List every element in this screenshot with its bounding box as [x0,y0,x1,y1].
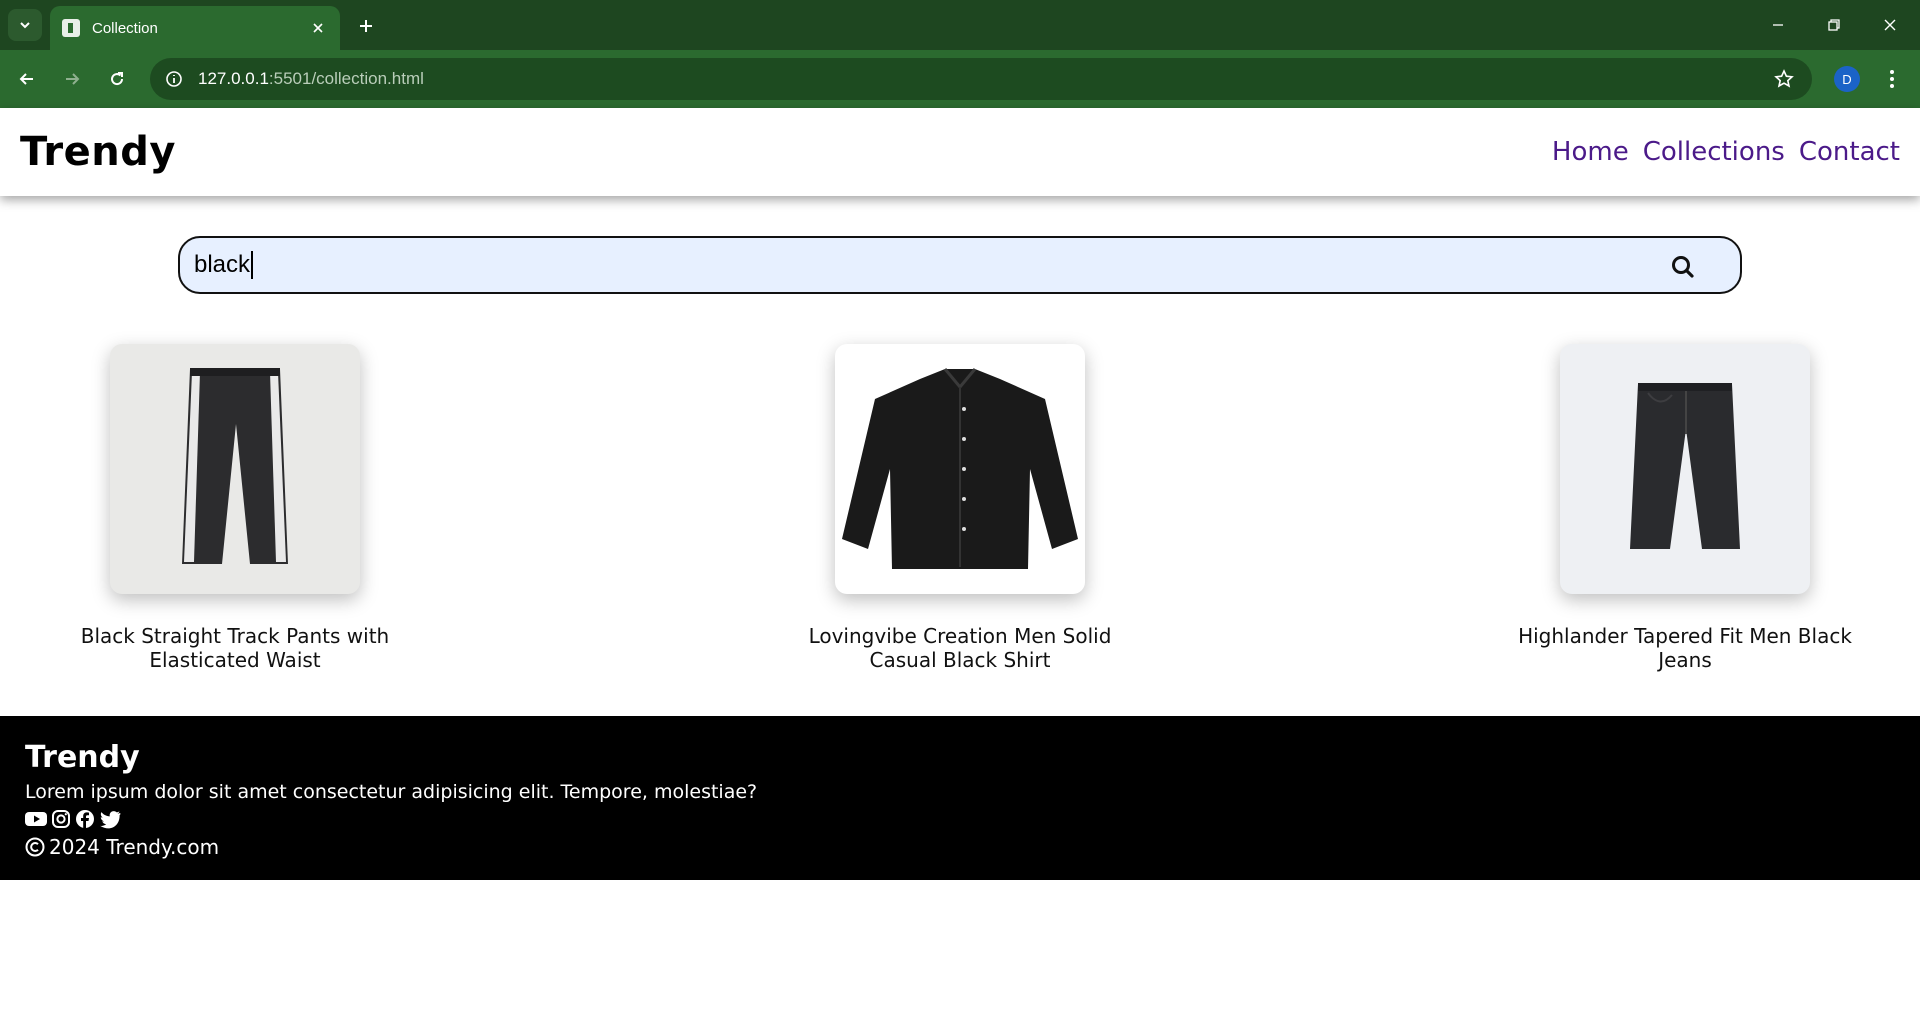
tab-list-button[interactable] [8,9,42,41]
product-card[interactable]: Black Straight Track Pants with Elastica… [60,344,410,672]
site-logo[interactable]: Trendy [20,129,176,175]
main-nav: Home Collections Contact [1552,137,1900,167]
bookmark-star-icon[interactable] [1774,69,1794,89]
back-button[interactable] [11,63,43,95]
copyright-text: 2024 Trendy.com [49,835,220,859]
twitter-icon[interactable] [99,809,121,833]
product-card[interactable]: Lovingvibe Creation Men Solid Casual Bla… [785,344,1135,672]
minimize-icon [1773,24,1783,26]
new-tab-button[interactable] [352,12,380,40]
black-shirt-image[interactable] [835,344,1085,594]
close-tab-icon[interactable] [308,18,328,38]
browser-tab-bar: Collection [0,0,1920,50]
youtube-icon[interactable] [25,809,47,833]
chevron-down-icon [20,22,30,29]
browser-menu-icon[interactable] [1882,66,1902,92]
arrow-left-icon [19,73,33,85]
arrow-right-icon [66,73,80,85]
close-icon [1884,19,1896,31]
browser-toolbar: 127.0.0.1:5501/collection.html D [0,50,1920,108]
nav-collections-link[interactable]: Collections [1643,137,1785,167]
search-bar: black [178,236,1742,294]
instagram-icon[interactable] [51,809,71,833]
copyright: 2024 Trendy.com [25,835,1895,859]
reload-button[interactable] [101,63,133,95]
url-host: 127.0.0.1 [198,69,269,88]
search-input-value: black [194,250,251,278]
plus-icon [360,20,372,32]
browser-tab[interactable]: Collection [50,6,340,50]
site-footer: Trendy Lorem ipsum dolor sit amet consec… [0,716,1920,880]
facebook-icon[interactable] [75,809,95,833]
copyright-icon [25,837,45,857]
favicon-icon [62,19,80,37]
product-name[interactable]: Highlander Tapered Fit Men Black Jeans [1515,624,1855,672]
search-input[interactable]: black [194,251,1726,280]
search-icon[interactable] [1670,254,1696,280]
restore-icon [1828,19,1840,31]
site-header: Trendy Home Collections Contact [0,108,1920,196]
reload-icon [111,72,124,86]
black-jeans-image[interactable] [1560,344,1810,594]
forward-button[interactable] [56,63,88,95]
url-text: 127.0.0.1:5501/collection.html [198,69,424,89]
site-info-icon[interactable] [164,69,184,89]
url-path: :5501/collection.html [268,69,424,88]
product-name[interactable]: Black Straight Track Pants with Elastica… [65,624,405,672]
track-pants-image[interactable] [110,344,360,594]
restore-button[interactable] [1806,0,1862,50]
tab-title: Collection [92,19,158,37]
close-window-button[interactable] [1862,0,1918,50]
text-caret [251,251,254,280]
footer-brand: Trendy [25,740,140,775]
product-name[interactable]: Lovingvibe Creation Men Solid Casual Bla… [790,624,1130,672]
profile-avatar[interactable]: D [1834,66,1860,92]
nav-home-link[interactable]: Home [1552,137,1629,167]
social-links [25,809,1895,833]
footer-description: Lorem ipsum dolor sit amet consectetur a… [25,781,758,803]
nav-contact-link[interactable]: Contact [1799,137,1900,167]
product-grid: Black Straight Track Pants with Elastica… [0,294,1920,672]
product-card[interactable]: Highlander Tapered Fit Men Black Jeans [1510,344,1860,672]
minimize-button[interactable] [1750,0,1806,50]
address-bar[interactable]: 127.0.0.1:5501/collection.html [150,58,1812,100]
